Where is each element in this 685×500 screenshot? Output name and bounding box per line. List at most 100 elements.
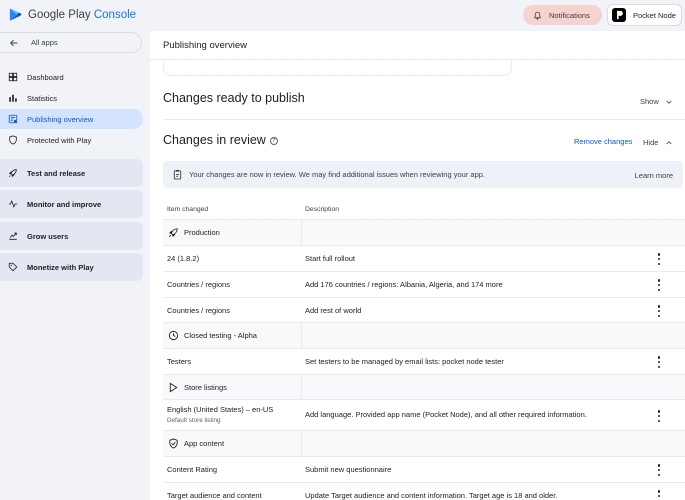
description-cell: Add rest of world [305,306,362,315]
top-bar: Google Play Console Notifications Pocket… [0,0,685,31]
show-label: Show [640,97,659,106]
sidebar-group-label: Test and release [27,168,86,178]
column-header-description: Description [305,206,339,213]
rocket-icon [7,168,18,179]
dashboard-icon [7,72,18,83]
default-store-listing-subtext: Default store listing [167,417,221,424]
item-changed-cell: Content Rating [167,465,218,474]
sidebar-group-grow-users[interactable]: Grow users [0,222,143,250]
show-button[interactable]: Show [640,96,675,107]
bar-chart-icon [7,93,18,104]
sidebar-group-label: Monitor and improve [27,199,102,209]
more-options-icon[interactable] [657,410,661,422]
group-label: App content [184,439,225,448]
chevron-down-icon [664,96,675,107]
description-cell: Submit new questionnaire [305,465,392,474]
table-row: Countries / regions Add rest of world [163,297,685,322]
remove-changes-link[interactable]: Remove changes [574,137,632,146]
group-row-production: Production [163,219,685,245]
sidebar-group-label: Monetize with Play [27,262,94,272]
app-title: Google Play Console [28,8,137,21]
item-changed-cell: Target audience and content [167,491,262,500]
group-label: Closed testing - Alpha [184,331,257,340]
banner-text: Your changes are now in review. We may f… [189,170,486,179]
chevron-up-icon [663,137,674,148]
column-divider [301,431,302,456]
column-divider [301,323,302,348]
pocket-node-app-icon [612,8,626,22]
account-name: Pocket Node [633,10,676,20]
group-row-store-listings: Store listings [163,374,685,399]
help-icon[interactable]: ? [269,137,278,145]
table-row: English (United States) – en-US Default … [163,399,685,430]
hide-label: Hide [643,138,659,147]
notifications-button[interactable]: Notifications [523,5,602,25]
group-row-closed-testing: Closed testing - Alpha [163,322,685,348]
sidebar-group-monetize-with-play[interactable]: Monetize with Play [0,253,143,281]
main-content: Publishing overview Changes ready to pub… [150,31,685,500]
sidebar-item-dashboard[interactable]: Dashboard [0,67,143,87]
group-label: Production [184,228,220,237]
table-row: Content Rating Submit new questionnaire [163,456,685,482]
item-changed-cell: Countries / regions [167,280,230,289]
all-apps-label: All apps [31,38,58,47]
changes-in-review-title: Changes in review [163,133,266,147]
more-options-icon[interactable] [657,253,661,265]
play-store-icon [168,382,179,393]
sidebar-group-test-and-release[interactable]: Test and release [0,159,143,187]
sidebar-item-label: Dashboard [27,72,64,82]
closed-testing-icon [168,330,179,341]
previous-card-bottom [163,60,512,76]
description-cell: Update Target audience and content infor… [305,491,558,500]
sidebar-item-statistics[interactable]: Statistics [0,88,143,108]
pulse-icon [7,199,18,210]
rocket-icon [168,227,179,238]
shield-check-icon [168,438,179,449]
sidebar-group-label: Grow users [27,231,69,241]
more-options-icon[interactable] [657,490,661,500]
bell-icon [532,10,543,21]
more-options-icon[interactable] [657,464,661,476]
notifications-label: Notifications [549,10,590,20]
table-row: Target audience and content Update Targe… [163,482,685,500]
more-options-icon[interactable] [657,305,661,317]
table-row: 24 (1.8.2) Start full rollout [163,245,685,271]
item-changed-cell: Testers [167,357,192,366]
sidebar-item-publishing-overview[interactable]: Publishing overview [0,109,143,129]
table-row: Countries / regions Add 176 countries / … [163,271,685,297]
grow-icon [7,231,18,242]
column-divider [301,375,302,399]
publishing-icon [7,114,18,125]
tag-icon [7,262,18,273]
arrow-back-icon [8,37,19,48]
changes-in-review-heading: Changes in review? [163,133,278,147]
account-selector[interactable]: Pocket Node [607,4,682,26]
sidebar-item-label: Protected with Play [27,135,92,145]
sidebar-item-label: Statistics [27,93,58,103]
item-changed-cell: 24 (1.8.2) [167,254,200,263]
more-options-icon[interactable] [657,279,661,291]
hide-button[interactable]: Hide [643,137,674,148]
section-divider [163,119,685,120]
sidebar-group-monitor-and-improve[interactable]: Monitor and improve [0,190,143,218]
google-play-console-logo[interactable]: Google Play Console [8,7,136,22]
changes-ready-heading: Changes ready to publish [163,91,305,105]
group-label: Store listings [184,383,227,392]
more-options-icon[interactable] [657,356,661,368]
description-cell: Start full rollout [305,254,356,263]
review-clipboard-icon [172,169,183,180]
column-header-item-changed: Item changed [167,206,209,213]
all-apps-button[interactable]: All apps [0,32,142,53]
table-row: Testers Set testers to be managed by ema… [163,348,685,374]
item-changed-cell: Countries / regions [167,306,230,315]
description-cell: Add 176 countries / regions: Albania, Al… [305,280,503,289]
group-row-app-content: App content [163,430,685,456]
play-logo-icon [8,7,23,22]
description-cell: Set testers to be managed by email lists… [305,357,504,366]
page-title: Publishing overview [163,40,247,51]
learn-more-link[interactable]: Learn more [635,171,673,180]
column-divider [301,220,302,245]
sidebar-item-label: Publishing overview [27,114,94,124]
review-info-banner: Your changes are now in review. We may f… [163,161,683,188]
sidebar-item-protected-with-play[interactable]: Protected with Play [0,130,143,150]
